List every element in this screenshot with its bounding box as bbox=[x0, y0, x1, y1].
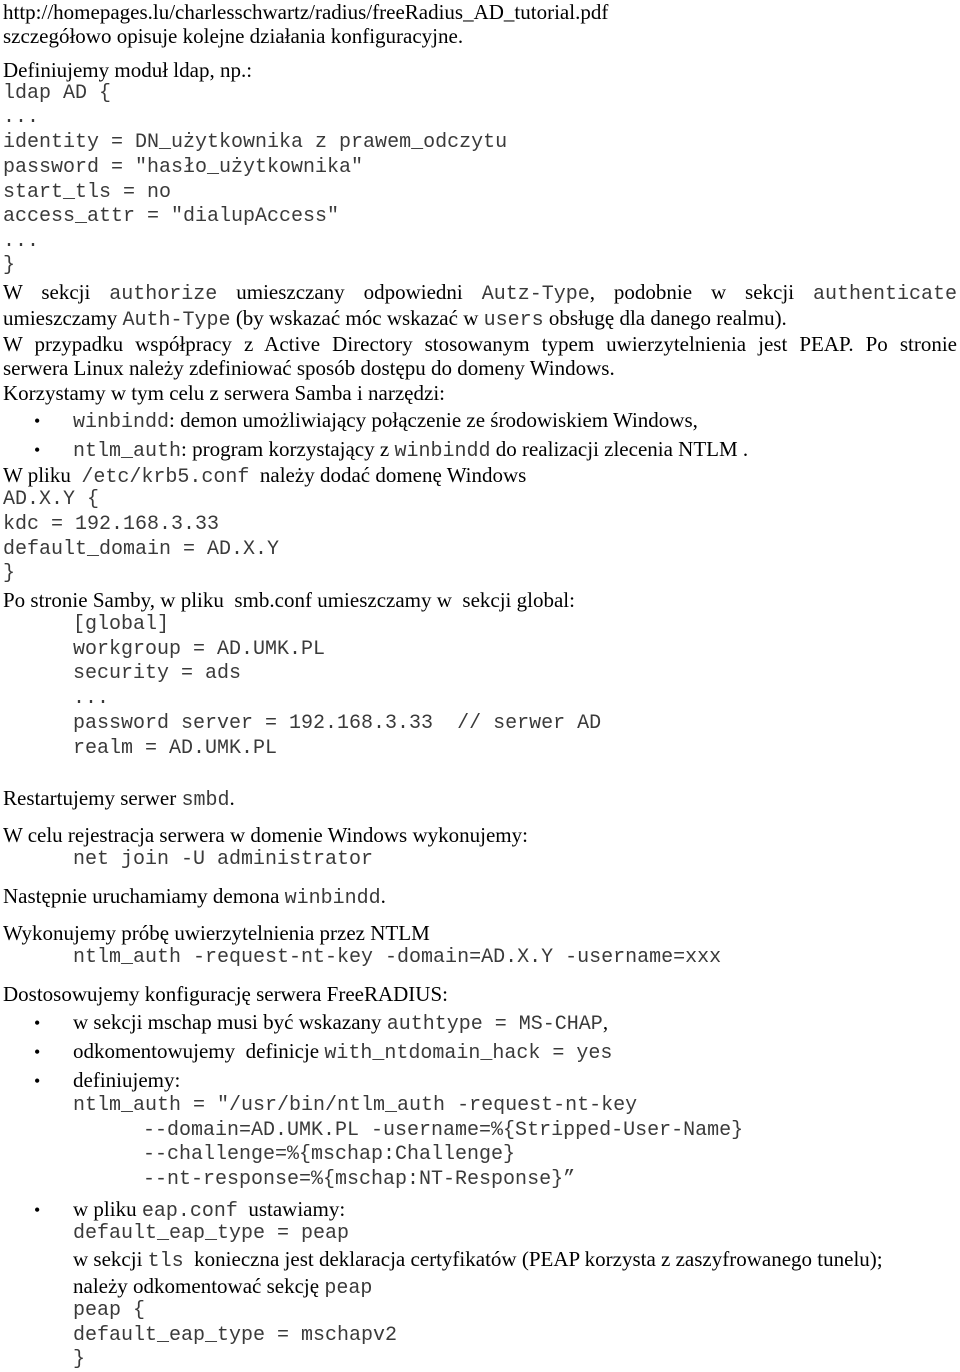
bullet-icon: • bbox=[34, 411, 41, 431]
code-line: --challenge=%{mschap:Challenge} bbox=[143, 1143, 516, 1166]
list-item: odkomentowujemy definicje with_ntdomain_… bbox=[73, 1039, 613, 1065]
tls-text: w sekcji tls konieczna jest deklaracja c… bbox=[73, 1247, 883, 1273]
authorize-paragraph-2: umieszczamy Auth-Type (by wskazać móc ws… bbox=[3, 306, 787, 332]
ldap-intro: Definiujemy moduł ldap, np.: bbox=[3, 58, 253, 82]
code-line: [global] bbox=[73, 613, 170, 636]
bullet-icon: • bbox=[34, 1071, 41, 1091]
code-line: workgroup = AD.UMK.PL bbox=[73, 638, 326, 661]
code-line: ntlm_auth = "/usr/bin/ntlm_auth -request… bbox=[73, 1094, 638, 1117]
code-line: password = "hasło_użytkownika" bbox=[3, 156, 364, 179]
bullet-icon: • bbox=[34, 1042, 41, 1062]
code-line: } bbox=[3, 562, 16, 585]
ntlm-intro: Wykonujemy próbę uwierzytelnienia przez … bbox=[3, 921, 430, 945]
winbind-text: Następnie uruchamiamy demona winbindd. bbox=[3, 884, 386, 910]
ad-paragraph-2: serwera Linux należy zdefiniować sposób … bbox=[3, 356, 615, 380]
code-line: realm = AD.UMK.PL bbox=[73, 737, 278, 760]
bullet-icon: • bbox=[34, 1200, 41, 1220]
code-line: AD.X.Y { bbox=[3, 488, 100, 511]
code-line: default_eap_type = mschapv2 bbox=[73, 1324, 398, 1347]
code-line: default_domain = AD.X.Y bbox=[3, 538, 280, 561]
code-line: } bbox=[73, 1348, 86, 1371]
peap-text: należy odkomentować sekcję peap bbox=[73, 1274, 373, 1300]
bullet-icon: • bbox=[34, 440, 41, 460]
code-line: ... bbox=[73, 687, 110, 710]
list-item: ntlm_auth: program korzystający z winbin… bbox=[73, 437, 749, 463]
code-line: } bbox=[3, 254, 16, 277]
krb5-intro: W pliku /etc/krb5.conf należy dodać dome… bbox=[3, 463, 527, 489]
code-line: security = ads bbox=[73, 662, 242, 685]
code-line: --domain=AD.UMK.PL -username=%{Stripped-… bbox=[143, 1119, 744, 1142]
code-line: default_eap_type = peap bbox=[73, 1222, 350, 1245]
url-link[interactable]: http://homepages.lu/charlesschwartz/radi… bbox=[3, 0, 608, 24]
list-item: winbindd: demon umożliwiający połączenie… bbox=[73, 408, 698, 434]
restart-text: Restartujemy serwer smbd. bbox=[3, 786, 235, 812]
join-intro: W celu rejestracja serwera w domenie Win… bbox=[3, 823, 528, 847]
code-line: kdc = 192.168.3.33 bbox=[3, 513, 220, 536]
code-line: identity = DN_użytkownika z prawem_odczy… bbox=[3, 131, 508, 154]
freeradius-intro: Dostosowujemy konfigurację serwera FreeR… bbox=[3, 982, 448, 1006]
code-line: start_tls = no bbox=[3, 181, 172, 204]
authorize-paragraph: W sekcji authorize umieszczany odpowiedn… bbox=[3, 280, 957, 306]
code-line: net join -U administrator bbox=[73, 848, 374, 871]
code-line: ... bbox=[3, 106, 40, 129]
list-item: definiujemy: bbox=[73, 1068, 181, 1092]
code-line: access_attr = "dialupAccess" bbox=[3, 205, 340, 228]
samba-intro: Korzystamy w tym celu z serwera Samba i … bbox=[3, 381, 445, 405]
list-item: w pliku eap.conf ustawiamy: bbox=[73, 1197, 346, 1223]
code-line: ldap AD { bbox=[3, 82, 112, 105]
ad-paragraph: W przypadku współpracy z Active Director… bbox=[3, 332, 957, 356]
code-line: ... bbox=[3, 230, 40, 253]
list-item: w sekcji mschap musi być wskazany authty… bbox=[73, 1010, 609, 1036]
code-line: password server = 192.168.3.33 // serwer… bbox=[73, 712, 602, 735]
bullet-icon: • bbox=[34, 1013, 41, 1033]
code-line: peap { bbox=[73, 1299, 146, 1322]
intro-text: szczegółowo opisuje kolejne działania ko… bbox=[3, 24, 464, 48]
smb-intro: Po stronie Samby, w pliku smb.conf umies… bbox=[3, 588, 575, 612]
code-line: ntlm_auth -request-nt-key -domain=AD.X.Y… bbox=[73, 946, 722, 969]
code-line: --nt-response=%{mschap:NT-Response}” bbox=[143, 1168, 576, 1191]
